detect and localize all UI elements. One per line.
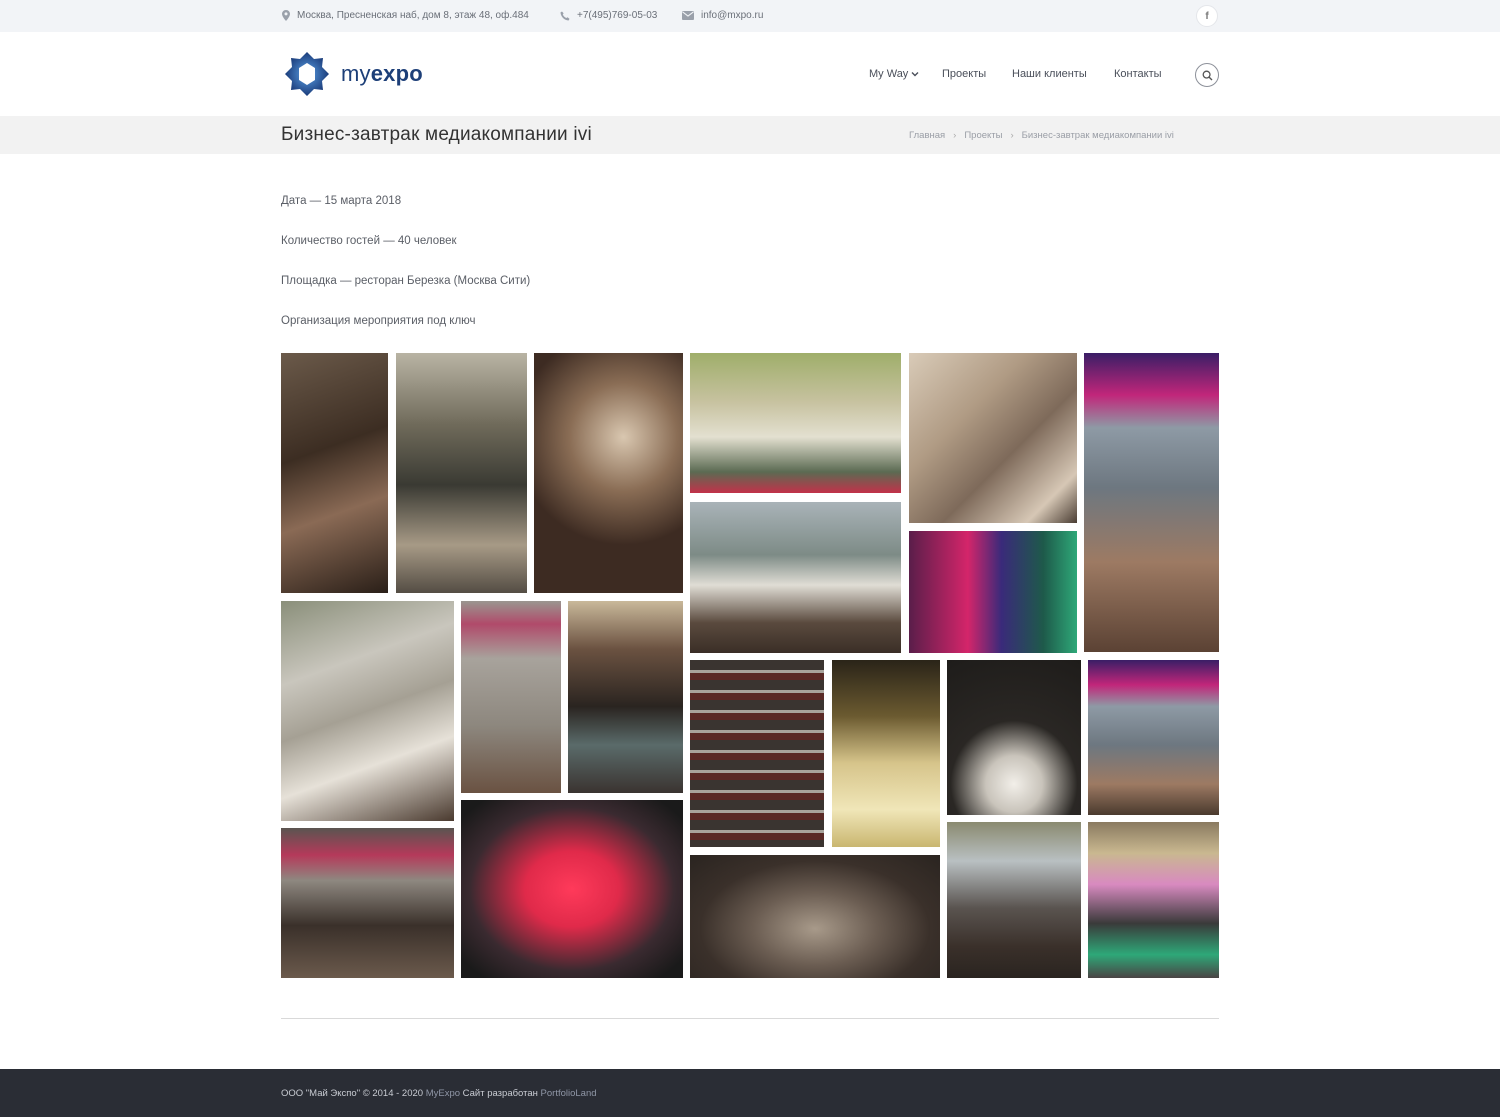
footer-copyright: ООО "Май Экспо" © 2014 - 2020 MyExpo Сай…	[281, 1088, 597, 1099]
search-icon	[1202, 70, 1212, 80]
gallery-photo[interactable]	[461, 800, 683, 978]
email-item[interactable]: info@mxpo.ru	[682, 10, 763, 21]
phone-text: +7(495)769-05-03	[577, 10, 658, 21]
gallery-photo[interactable]	[947, 822, 1081, 978]
breadcrumb: Главная › Проекты › Бизнес-завтрак медиа…	[909, 130, 1174, 141]
page-title-bar: Бизнес-завтрак медиакомпании ivi Главная…	[0, 116, 1500, 154]
address-item: Москва, Пресненская наб, дом 8, этаж 48,…	[282, 10, 529, 21]
event-date: Дата — 15 марта 2018	[281, 195, 402, 207]
top-bar: Москва, Пресненская наб, дом 8, этаж 48,…	[0, 0, 1500, 32]
email-text: info@mxpo.ru	[701, 10, 764, 21]
breadcrumb-separator-icon: ›	[1010, 130, 1014, 141]
phone-item[interactable]: +7(495)769-05-03	[560, 10, 657, 21]
logo-mark-icon	[285, 52, 329, 96]
search-button[interactable]	[1195, 63, 1219, 87]
footer-developer-link[interactable]: PortfolioLand	[541, 1088, 597, 1099]
gallery-photo[interactable]	[690, 660, 824, 847]
gallery-photo[interactable]	[281, 828, 454, 978]
event-service: Организация мероприятия под ключ	[281, 315, 476, 327]
gallery-photo[interactable]	[281, 601, 454, 821]
gallery-photo[interactable]	[281, 353, 388, 593]
nav-item-clients[interactable]: Наши клиенты	[1012, 68, 1087, 80]
facebook-icon[interactable]: f	[1196, 5, 1218, 27]
site-header: myexpo My Way Проекты Наши клиенты Конта…	[0, 32, 1500, 116]
event-venue: Площадка — ресторан Березка (Москва Сити…	[281, 275, 531, 287]
breadcrumb-projects[interactable]: Проекты	[964, 130, 1002, 141]
gallery-photo[interactable]	[461, 601, 561, 793]
site-footer: ООО "Май Экспо" © 2014 - 2020 MyExpo Сай…	[0, 1069, 1500, 1117]
address-text: Москва, Пресненская наб, дом 8, этаж 48,…	[297, 10, 529, 21]
gallery-photo[interactable]	[909, 531, 1077, 653]
gallery-photo[interactable]	[690, 502, 901, 653]
breadcrumb-current: Бизнес-завтрак медиакомпании ivi	[1021, 130, 1174, 141]
footer-brand-link[interactable]: MyExpo	[426, 1088, 460, 1099]
logo[interactable]: myexpo	[283, 50, 423, 98]
logo-text: myexpo	[341, 61, 423, 86]
event-guests: Количество гостей — 40 человек	[281, 235, 457, 247]
breadcrumb-separator-icon: ›	[953, 130, 957, 141]
nav-item-projects[interactable]: Проекты	[942, 68, 986, 80]
gallery-photo[interactable]	[396, 353, 527, 593]
breadcrumb-home[interactable]: Главная	[909, 130, 945, 141]
gallery-photo[interactable]	[690, 855, 940, 978]
gallery-photo[interactable]	[1088, 660, 1219, 815]
phone-icon	[560, 11, 570, 20]
content-divider	[281, 1018, 1219, 1019]
gallery-photo[interactable]	[568, 601, 683, 793]
gallery-photo[interactable]	[534, 353, 683, 593]
page-title: Бизнес-завтрак медиакомпании ivi	[281, 124, 592, 145]
nav-item-contacts[interactable]: Контакты	[1114, 68, 1162, 80]
envelope-icon	[682, 11, 694, 20]
nav-item-my-way[interactable]: My Way	[869, 68, 919, 80]
gallery-photo[interactable]	[690, 353, 901, 493]
gallery-photo[interactable]	[832, 660, 940, 847]
gallery-photo[interactable]	[1088, 822, 1219, 978]
gallery-photo[interactable]	[1084, 353, 1219, 652]
gallery-photo[interactable]	[909, 353, 1077, 523]
gallery-photo[interactable]	[947, 660, 1081, 815]
chevron-down-icon	[911, 72, 919, 77]
location-pin-icon	[282, 10, 290, 21]
